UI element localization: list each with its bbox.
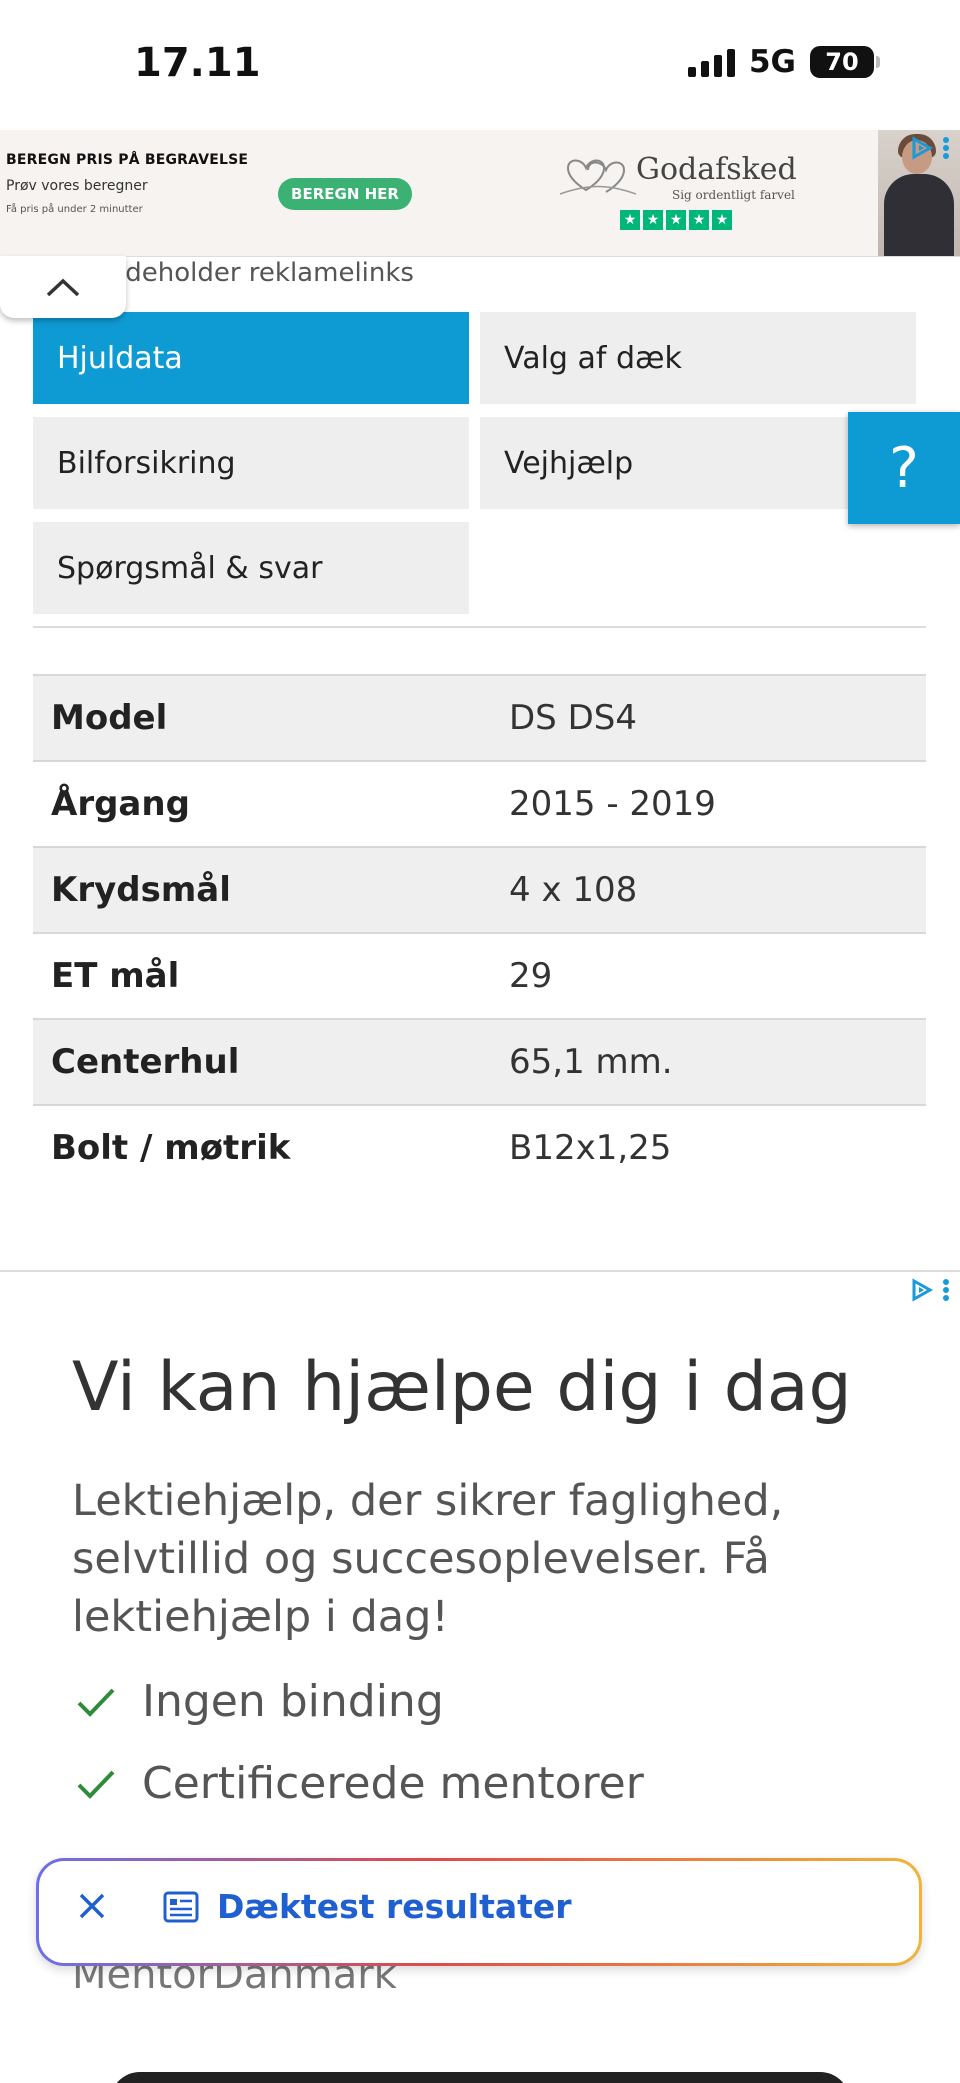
rating-stars: ★ ★ ★ ★ ★ <box>620 210 732 230</box>
check-icon <box>77 1688 115 1717</box>
table-row: ET mål 29 <box>33 932 926 1018</box>
spec-key: Centerhul <box>51 1042 240 1082</box>
table-row: Model DS DS4 <box>33 674 926 760</box>
table-row: Centerhul 65,1 mm. <box>33 1018 926 1104</box>
star-icon: ★ <box>620 210 640 230</box>
ad-subtitle: Prøv vores beregner <box>6 178 148 194</box>
list-item: Ingen binding <box>76 1676 444 1727</box>
ad-headline: Vi kan hjælpe dig i dag <box>72 1348 852 1427</box>
tab-hjuldata[interactable]: Hjuldata <box>33 312 469 404</box>
star-icon: ★ <box>712 210 732 230</box>
ad-tagline: Sig ordentligt farvel <box>672 188 795 202</box>
tab-bilforsikring[interactable]: Bilforsikring <box>33 417 469 509</box>
spec-table: Model DS DS4 Årgang 2015 - 2019 Krydsmål… <box>33 674 926 1190</box>
spec-value: B12x1,25 <box>509 1128 672 1168</box>
tab-valg-af-daek[interactable]: Valg af dæk <box>480 312 916 404</box>
star-icon: ★ <box>666 210 686 230</box>
close-icon[interactable] <box>77 1891 107 1921</box>
hearts-logo-icon <box>559 159 637 195</box>
spec-value: 29 <box>509 956 553 996</box>
ad-cta-button[interactable]: BEREGN HER <box>278 178 412 210</box>
floating-results-bar[interactable]: Dæktest resultater <box>36 1858 922 1966</box>
spec-value: 65,1 mm. <box>509 1042 673 1082</box>
adchoices-icon[interactable] <box>910 1278 934 1302</box>
star-icon: ★ <box>689 210 709 230</box>
check-label: Certificerede mentorer <box>142 1758 644 1809</box>
ad-cta-button[interactable] <box>110 2072 850 2083</box>
spec-value: 2015 - 2019 <box>509 784 716 824</box>
spec-key: Årgang <box>51 784 190 824</box>
adchoices-icon[interactable] <box>910 136 934 160</box>
spec-value: DS DS4 <box>509 698 637 738</box>
spec-key: Bolt / møtrik <box>51 1128 291 1168</box>
tab-spoergsmaal-og-svar[interactable]: Spørgsmål & svar <box>33 522 469 614</box>
ad-choices[interactable] <box>910 1278 950 1302</box>
ad-description: Lektiehjælp, der sikrer faglighed, selvt… <box>72 1476 784 1642</box>
table-row: Krydsmål 4 x 108 <box>33 846 926 932</box>
help-button[interactable]: ? <box>848 412 960 524</box>
network-label: 5G <box>748 44 796 80</box>
spec-key: Model <box>51 698 168 738</box>
table-row: Bolt / møtrik B12x1,25 <box>33 1104 926 1190</box>
status-time: 17.11 <box>134 40 261 86</box>
more-vertical-icon[interactable] <box>942 1278 950 1302</box>
spec-value: 4 x 108 <box>509 870 638 910</box>
star-icon: ★ <box>643 210 663 230</box>
ad-brand-name: Godafsked <box>636 152 797 187</box>
table-row: Årgang 2015 - 2019 <box>33 760 926 846</box>
status-indicators: 5G 70 <box>687 44 880 80</box>
collapse-ad-button[interactable] <box>0 256 126 318</box>
ad-notice: ıdeholder reklamelinks <box>118 258 414 288</box>
check-label: Ingen binding <box>142 1676 444 1727</box>
floating-bar-label: Dæktest resultater <box>217 1887 572 1926</box>
more-vertical-icon[interactable] <box>942 136 950 160</box>
battery-icon: 70 <box>810 46 880 78</box>
article-icon <box>163 1891 199 1923</box>
chevron-up-icon <box>46 278 80 297</box>
top-ad-banner[interactable]: BEREGN PRIS PÅ BEGRAVELSE Prøv vores ber… <box>0 130 960 257</box>
spec-key: Krydsmål <box>51 870 231 910</box>
signal-icon <box>687 47 735 77</box>
check-icon <box>77 1770 115 1799</box>
list-item: Certificerede mentorer <box>76 1758 644 1809</box>
divider <box>33 626 926 628</box>
ad-title: BEREGN PRIS PÅ BEGRAVELSE <box>6 152 249 168</box>
ad-small-text: Få pris på under 2 minutter <box>6 204 143 215</box>
spec-key: ET mål <box>51 956 180 996</box>
ad-choices[interactable] <box>910 136 950 160</box>
